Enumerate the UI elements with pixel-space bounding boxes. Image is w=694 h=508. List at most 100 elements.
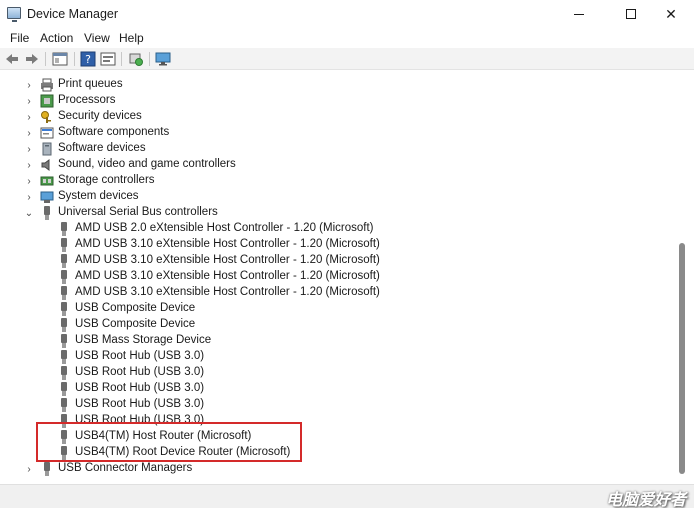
security-key-icon bbox=[40, 110, 54, 124]
menu-action[interactable]: Action bbox=[40, 31, 73, 45]
tree-device-item[interactable]: USB Root Hub (USB 3.0) bbox=[0, 365, 350, 381]
tree-device-item[interactable]: USB Composite Device bbox=[0, 301, 350, 317]
usb4-highlight-box bbox=[36, 422, 302, 462]
close-icon: ✕ bbox=[665, 5, 677, 22]
storage-controller-icon bbox=[40, 174, 54, 188]
category-label: Sound, video and game controllers bbox=[58, 158, 236, 170]
tree-device-item[interactable]: USB Root Hub (USB 3.0) bbox=[0, 381, 350, 397]
chevron-down-icon[interactable]: ⌄ bbox=[24, 205, 34, 221]
usb-icon bbox=[57, 222, 71, 236]
usb-icon bbox=[57, 270, 71, 284]
chevron-right-icon[interactable]: › bbox=[24, 125, 34, 141]
chevron-right-icon[interactable]: › bbox=[24, 189, 34, 205]
usb-icon bbox=[40, 206, 54, 220]
device-label: USB Composite Device bbox=[75, 302, 196, 314]
processor-icon bbox=[40, 94, 54, 108]
monitor-icon[interactable] bbox=[155, 51, 171, 67]
tree-category-sound-video-game[interactable]: › Sound, video and game controllers bbox=[0, 157, 300, 173]
menu-help[interactable]: Help bbox=[119, 31, 144, 45]
device-label: AMD USB 3.10 eXtensible Host Controller … bbox=[75, 286, 380, 298]
category-label: Universal Serial Bus controllers bbox=[58, 206, 218, 218]
software-device-icon bbox=[40, 142, 54, 156]
usb-icon bbox=[57, 398, 71, 412]
category-label: Software components bbox=[58, 126, 170, 138]
tree-device-item[interactable]: USB Root Hub (USB 3.0) bbox=[0, 349, 350, 365]
tree-category-system-devices[interactable]: › System devices bbox=[0, 189, 300, 205]
tree-category-storage-controllers[interactable]: › Storage controllers bbox=[0, 173, 300, 189]
chevron-right-icon[interactable]: › bbox=[24, 157, 34, 173]
device-label: AMD USB 3.10 eXtensible Host Controller … bbox=[75, 270, 380, 282]
tree-device-item[interactable]: USB Root Hub (USB 3.0) bbox=[0, 397, 350, 413]
device-label: AMD USB 2.0 eXtensible Host Controller -… bbox=[75, 222, 374, 234]
tree-device-item[interactable]: USB Mass Storage Device bbox=[0, 333, 350, 349]
minimize-button[interactable] bbox=[556, 0, 602, 28]
menu-view[interactable]: View bbox=[84, 31, 110, 45]
tree-device-item[interactable]: AMD USB 3.10 eXtensible Host Controller … bbox=[0, 237, 380, 253]
usb-icon bbox=[57, 382, 71, 396]
title-bar: Device Manager ✕ bbox=[0, 0, 694, 28]
tree-device-item[interactable]: AMD USB 3.10 eXtensible Host Controller … bbox=[0, 253, 380, 269]
chevron-right-icon[interactable]: › bbox=[24, 141, 34, 157]
usb-icon bbox=[57, 254, 71, 268]
system-device-icon bbox=[40, 190, 54, 204]
chevron-right-icon[interactable]: › bbox=[24, 77, 34, 93]
toolbar-separator bbox=[45, 52, 46, 66]
tree-device-item[interactable]: AMD USB 3.10 eXtensible Host Controller … bbox=[0, 285, 380, 301]
menu-bar: File Action View Help bbox=[0, 28, 694, 48]
usb-icon bbox=[57, 286, 71, 300]
tree-category-usb-connector-managers[interactable]: › USB Connector Managers bbox=[0, 461, 300, 477]
software-component-icon bbox=[40, 126, 54, 140]
usb-icon bbox=[57, 318, 71, 332]
minimize-icon bbox=[574, 13, 584, 15]
forward-arrow-icon[interactable] bbox=[24, 51, 40, 67]
window-title: Device Manager bbox=[27, 7, 119, 21]
toolbar: ? bbox=[0, 48, 694, 70]
category-label: System devices bbox=[58, 190, 139, 202]
usb-icon bbox=[57, 350, 71, 364]
chevron-right-icon[interactable]: › bbox=[24, 173, 34, 189]
tree-device-item[interactable]: USB Composite Device bbox=[0, 317, 350, 333]
chevron-right-icon[interactable]: › bbox=[24, 93, 34, 109]
usb-icon bbox=[57, 238, 71, 252]
device-manager-app-icon bbox=[7, 7, 21, 22]
chevron-right-icon[interactable]: › bbox=[24, 461, 34, 477]
toolbar-separator bbox=[121, 52, 122, 66]
speaker-icon bbox=[40, 158, 54, 172]
svg-text:?: ? bbox=[85, 53, 91, 66]
category-label: USB Connector Managers bbox=[58, 462, 193, 474]
tree-category-software-components[interactable]: › Software components bbox=[0, 125, 300, 141]
device-label: USB Root Hub (USB 3.0) bbox=[75, 350, 205, 362]
usb-icon bbox=[57, 366, 71, 380]
tree-category-print-queues[interactable]: › Print queues bbox=[0, 77, 300, 93]
watermark: 电脑爱好者 bbox=[605, 492, 686, 508]
tree-device-item[interactable]: AMD USB 2.0 eXtensible Host Controller -… bbox=[0, 221, 373, 237]
usb-icon bbox=[57, 302, 71, 316]
help-icon[interactable]: ? bbox=[80, 51, 96, 67]
back-arrow-icon[interactable] bbox=[4, 51, 20, 67]
tree-category-processors[interactable]: › Processors bbox=[0, 93, 300, 109]
close-button[interactable]: ✕ bbox=[648, 0, 694, 28]
scan-hardware-icon[interactable] bbox=[128, 51, 144, 67]
device-label: USB Composite Device bbox=[75, 318, 196, 330]
maximize-icon bbox=[626, 9, 636, 19]
properties-icon[interactable] bbox=[52, 51, 68, 67]
usb-icon bbox=[40, 462, 54, 476]
tree-category-usb-controllers[interactable]: ⌄ Universal Serial Bus controllers bbox=[0, 205, 300, 221]
tree-device-item[interactable]: AMD USB 3.10 eXtensible Host Controller … bbox=[0, 269, 380, 285]
device-label: USB Root Hub (USB 3.0) bbox=[75, 398, 205, 410]
update-driver-icon[interactable] bbox=[100, 51, 116, 67]
tree-category-software-devices[interactable]: › Software devices bbox=[0, 141, 300, 157]
chevron-right-icon[interactable]: › bbox=[24, 109, 34, 125]
toolbar-separator bbox=[149, 52, 150, 66]
category-label: Security devices bbox=[58, 110, 142, 122]
usb-icon bbox=[57, 334, 71, 348]
device-label: AMD USB 3.10 eXtensible Host Controller … bbox=[75, 254, 380, 266]
printer-icon bbox=[40, 78, 54, 92]
menu-file[interactable]: File bbox=[10, 31, 29, 45]
category-label: Processors bbox=[58, 94, 116, 106]
device-label: AMD USB 3.10 eXtensible Host Controller … bbox=[75, 238, 380, 250]
category-label: Print queues bbox=[58, 78, 123, 90]
category-label: Software devices bbox=[58, 142, 146, 154]
vertical-scrollbar-thumb[interactable] bbox=[679, 243, 685, 474]
tree-category-security-devices[interactable]: › Security devices bbox=[0, 109, 300, 125]
